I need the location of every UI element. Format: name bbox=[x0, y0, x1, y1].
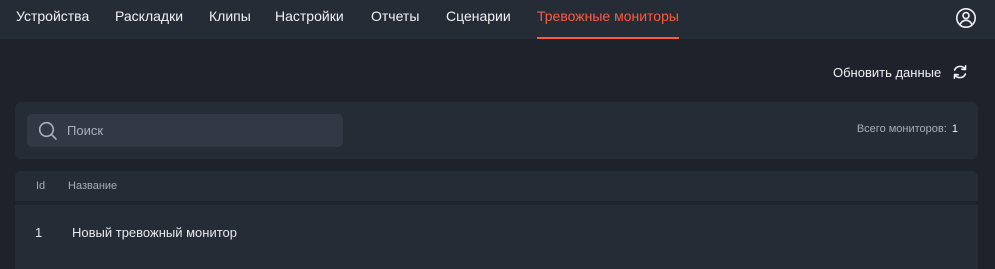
top-navigation: Устройства Раскладки Клипы Настройки Отч… bbox=[0, 0, 995, 39]
search-input[interactable] bbox=[67, 114, 337, 147]
column-header-id[interactable]: Id bbox=[36, 180, 45, 192]
refresh-label: Обновить данные bbox=[833, 64, 942, 80]
profile-button[interactable] bbox=[955, 7, 977, 29]
nav-tab-devices[interactable]: Устройства bbox=[16, 0, 89, 39]
search-icon bbox=[38, 121, 57, 140]
refresh-data-button[interactable]: Обновить данные bbox=[833, 60, 969, 84]
table-header: Id Название bbox=[15, 171, 978, 201]
user-circle-icon bbox=[956, 8, 976, 28]
row-name: Новый тревожный монитор bbox=[72, 225, 237, 240]
row-id: 1 bbox=[35, 225, 43, 240]
nav-tab-alarm-monitors[interactable]: Тревожные мониторы bbox=[537, 0, 679, 39]
nav-tab-reports[interactable]: Отчеты bbox=[371, 0, 419, 39]
nav-tab-layouts[interactable]: Раскладки bbox=[115, 0, 183, 39]
total-monitors-count: 1 bbox=[951, 123, 958, 135]
nav-tab-clips[interactable]: Клипы bbox=[209, 0, 251, 39]
monitors-table: Id Название 1 Новый тревожный монитор bbox=[15, 171, 978, 269]
total-monitors-label: Всего мониторов: bbox=[856, 123, 947, 135]
filter-panel: Всего мониторов: 1 bbox=[15, 102, 978, 159]
refresh-icon bbox=[953, 65, 967, 79]
nav-tab-settings[interactable]: Настройки bbox=[275, 0, 344, 39]
search-box[interactable] bbox=[27, 114, 343, 147]
total-monitors: Всего мониторов: 1 bbox=[857, 123, 958, 135]
column-header-name[interactable]: Название bbox=[68, 180, 117, 192]
table-row[interactable]: 1 Новый тревожный монитор bbox=[15, 205, 978, 269]
nav-tab-scenarios[interactable]: Сценарии bbox=[446, 0, 511, 39]
